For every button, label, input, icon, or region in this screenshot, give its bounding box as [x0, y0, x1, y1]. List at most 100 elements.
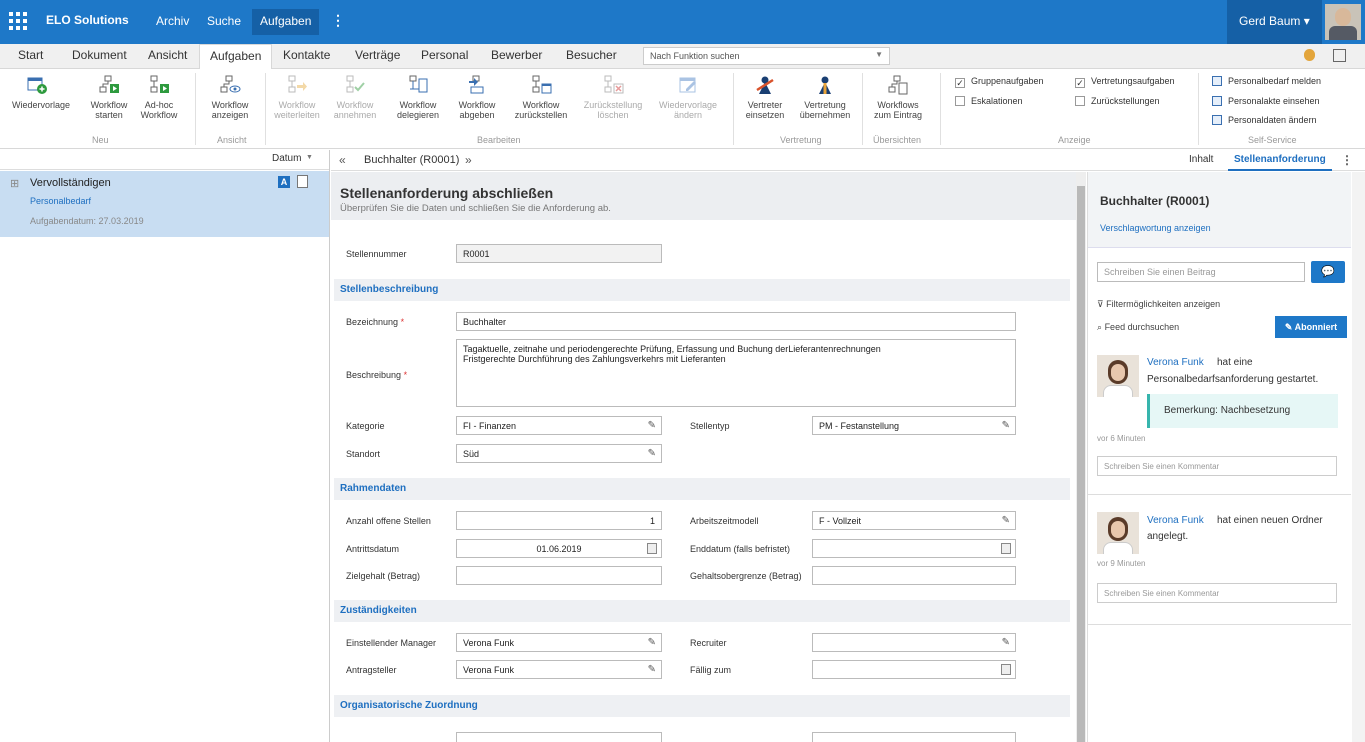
sort-dropdown[interactable]: Datum: [272, 153, 301, 164]
personalakte-einsehen-link[interactable]: Personalakte einsehen: [1212, 96, 1320, 106]
feed-author[interactable]: Verona Funk: [1147, 357, 1204, 368]
personalbedarf-melden-link[interactable]: Personalbedarf melden: [1212, 76, 1321, 86]
delete-deferral-button[interactable]: Zurückstellung löschen: [578, 75, 648, 120]
enddatum-field[interactable]: [812, 539, 1016, 558]
label-recruiter: Recruiter: [690, 638, 727, 648]
checkbox-gruppenaufgaben[interactable]: ✓ Gruppenaufgaben: [955, 76, 1044, 88]
workflow-defer-label: Workflow zurückstellen: [514, 100, 568, 120]
tab-start[interactable]: Start: [18, 48, 43, 62]
function-search-input[interactable]: Nach Funktion suchen ▼: [643, 47, 890, 65]
calendar-icon[interactable]: [1001, 664, 1011, 675]
form-scrollbar[interactable]: [1076, 172, 1086, 742]
feed-scrollbar[interactable]: [1352, 172, 1365, 742]
checkbox-eskalationen[interactable]: Eskalationen: [955, 96, 1023, 106]
workflow-forward-button[interactable]: Workflow weiterleiten: [272, 75, 322, 120]
scrollbar-thumb[interactable]: [1077, 186, 1085, 742]
tab-dokument[interactable]: Dokument: [72, 48, 127, 62]
fullscreen-icon[interactable]: [1333, 49, 1346, 62]
wiedervorlage-button[interactable]: Wiedervorlage: [12, 75, 70, 110]
tab-besucher[interactable]: Besucher: [566, 48, 617, 62]
tab-ansicht[interactable]: Ansicht: [148, 48, 187, 62]
standort-field[interactable]: Süd ✎: [456, 444, 662, 463]
feed-text: angelegt.: [1147, 531, 1189, 542]
stellennummer-field[interactable]: R0001: [456, 244, 662, 263]
edit-pencil-icon[interactable]: ✎: [1002, 515, 1010, 526]
nav-aufgaben[interactable]: Aufgaben: [252, 9, 320, 35]
nav-archiv[interactable]: Archiv: [156, 14, 189, 28]
calendar-icon[interactable]: [647, 543, 657, 554]
required-mark: *: [400, 317, 405, 327]
checkbox-zurueckstellungen[interactable]: Zurückstellungen: [1075, 96, 1160, 106]
bezeichnung-field[interactable]: Buchhalter: [456, 312, 1016, 331]
workflow-handover-button[interactable]: Workflow abgeben: [452, 75, 502, 120]
partial-field[interactable]: [456, 732, 662, 742]
workflow-view-icon: [220, 75, 241, 93]
edit-pencil-icon[interactable]: ✎: [648, 664, 656, 675]
filter-link[interactable]: ⊽ Filtermöglichkeiten anzeigen: [1097, 299, 1220, 310]
beschreibung-textarea[interactable]: Tagaktuelle, zeitnahe und periodengerech…: [456, 339, 1016, 407]
calendar-icon[interactable]: [1001, 543, 1011, 554]
nav-suche[interactable]: Suche: [207, 14, 241, 28]
tab-aufgaben[interactable]: Aufgaben: [199, 44, 273, 70]
nav-forward-icon[interactable]: »: [465, 153, 472, 167]
brand-logo[interactable]: ELO Solutions: [46, 13, 129, 27]
einstellender-manager-field[interactable]: Verona Funk ✎: [456, 633, 662, 652]
antrittsdatum-field[interactable]: 01.06.2019: [456, 539, 662, 558]
adhoc-workflow-icon: [150, 75, 169, 93]
faellig-zum-field[interactable]: [812, 660, 1016, 679]
send-post-button[interactable]: 💬: [1311, 261, 1345, 283]
tab-personal[interactable]: Personal: [421, 48, 468, 62]
edit-pencil-icon[interactable]: ✎: [1002, 420, 1010, 431]
tab-inhalt[interactable]: Inhalt: [1189, 154, 1213, 165]
workflow-view-button[interactable]: Workflow anzeigen: [205, 75, 255, 120]
post-input[interactable]: Schreiben Sie einen Beitrag: [1097, 262, 1305, 282]
feed-search-link[interactable]: ⌕ Feed durchsuchen: [1097, 322, 1179, 333]
task-list-item[interactable]: ⊞ Vervollständigen A Personalbedarf Aufg…: [0, 171, 329, 237]
tab-bewerber[interactable]: Bewerber: [491, 48, 542, 62]
user-avatar[interactable]: [1325, 4, 1361, 40]
recruiter-field[interactable]: ✎: [812, 633, 1016, 652]
group-label-self-service: Self-Service: [1248, 135, 1297, 145]
app-launcher-icon[interactable]: [8, 11, 30, 31]
edit-resubmission-button[interactable]: Wiedervorlage ändern: [652, 75, 724, 120]
adhoc-workflow-button[interactable]: Ad-hoc Workflow: [134, 75, 184, 120]
workflow-start-button[interactable]: Workflow starten: [84, 75, 134, 120]
edit-pencil-icon[interactable]: ✎: [648, 420, 656, 431]
feed-text: Personalbedarfsanforderung gestartet.: [1147, 374, 1319, 385]
checkbox-vertretungsaufgaben[interactable]: ✓ Vertretungsaufgaben: [1075, 76, 1175, 88]
chevron-down-icon[interactable]: ▼: [306, 154, 313, 161]
edit-pencil-icon[interactable]: ✎: [1002, 637, 1010, 648]
notification-icon[interactable]: [1304, 49, 1315, 61]
comment-input[interactable]: Schreiben Sie einen Kommentar: [1097, 583, 1337, 603]
workflows-entry-button[interactable]: Workflows zum Eintrag: [868, 75, 928, 120]
nav-back-icon[interactable]: «: [339, 153, 346, 167]
tab-stellenanforderung[interactable]: Stellenanforderung: [1228, 150, 1332, 171]
workflow-defer-button[interactable]: Workflow zurückstellen: [508, 75, 574, 120]
gehaltsobergrenze-field[interactable]: [812, 566, 1016, 585]
anzahl-offene-stellen-field[interactable]: 1: [456, 511, 662, 530]
edit-pencil-icon[interactable]: ✎: [648, 637, 656, 648]
assign-substitute-button[interactable]: Vertreter einsetzen: [740, 75, 790, 120]
edit-pencil-icon[interactable]: ✎: [648, 448, 656, 459]
arbeitszeitmodell-field[interactable]: F - Vollzeit ✎: [812, 511, 1016, 530]
kategorie-field[interactable]: FI - Finanzen ✎: [456, 416, 662, 435]
subscribe-button[interactable]: ✎ Abonniert: [1275, 316, 1347, 338]
partial-field[interactable]: [812, 732, 1016, 742]
feed-note-text: Bemerkung: Nachbesetzung: [1164, 405, 1291, 416]
stellentyp-field[interactable]: PM - Festanstellung ✎: [812, 416, 1016, 435]
tab-kontakte[interactable]: Kontakte: [283, 48, 330, 62]
workflow-accept-button[interactable]: Workflow annehmen: [330, 75, 380, 120]
feed-author[interactable]: Verona Funk: [1147, 515, 1204, 526]
tab-vertraege[interactable]: Verträge: [355, 48, 400, 62]
checkbox-unchecked-icon: [1075, 96, 1085, 106]
zielgehalt-field[interactable]: [456, 566, 662, 585]
take-substitution-button[interactable]: Vertretung übernehmen: [795, 75, 855, 120]
comment-input[interactable]: Schreiben Sie einen Kommentar: [1097, 456, 1337, 476]
personaldaten-aendern-link[interactable]: Personaldaten ändern: [1212, 115, 1317, 125]
antragsteller-field[interactable]: Verona Funk ✎: [456, 660, 662, 679]
workflow-delegate-button[interactable]: Workflow delegieren: [388, 75, 448, 120]
tags-link[interactable]: Verschlagwortung anzeigen: [1100, 223, 1211, 233]
user-menu[interactable]: Gerd Baum ▾: [1227, 0, 1322, 44]
more-icon[interactable]: ⋮: [331, 12, 345, 29]
more-icon[interactable]: ⋮: [1341, 153, 1353, 167]
